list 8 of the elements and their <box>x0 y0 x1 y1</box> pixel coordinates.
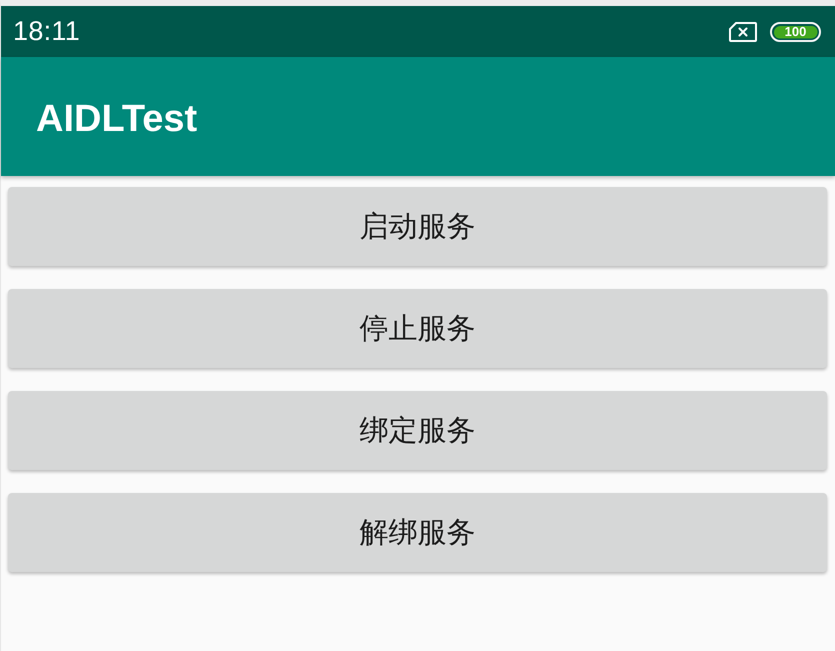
no-sim-icon <box>729 22 757 42</box>
app-title: AIDLTest <box>36 97 198 141</box>
battery-indicator: 100 <box>770 22 821 42</box>
status-time: 18:11 <box>13 16 80 47</box>
service-button[interactable]: 启动服务 <box>8 187 827 266</box>
service-button[interactable]: 绑定服务 <box>8 391 827 470</box>
service-button[interactable]: 解绑服务 <box>8 493 827 572</box>
service-button[interactable]: 停止服务 <box>8 289 827 368</box>
